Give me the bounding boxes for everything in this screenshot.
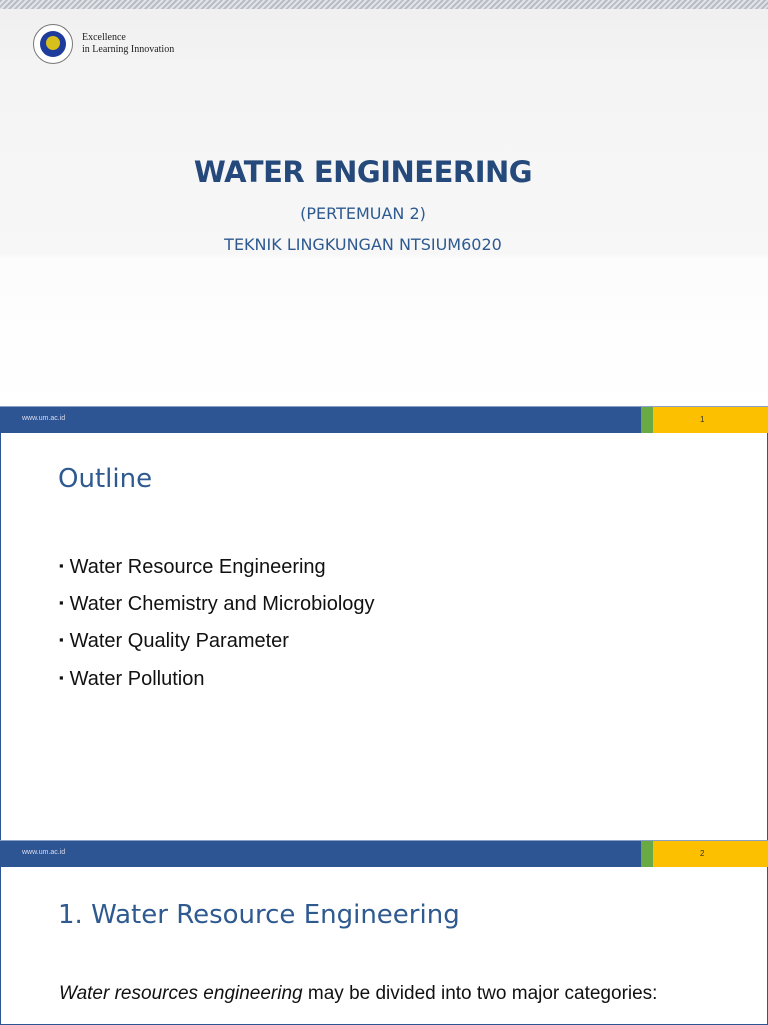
- outline-item: Water Chemistry and Microbiology: [59, 593, 375, 616]
- paragraph-text: may be divided into two major categories…: [302, 983, 658, 1004]
- footer-yellow-block: [653, 407, 768, 433]
- slide-subtitle-meeting: (PERTEMUAN 2): [300, 204, 426, 223]
- slide-title: WATER ENGINEERING: [193, 155, 533, 189]
- slide-footer: www.um.ac.id 2: [0, 840, 768, 867]
- slide-footer: www.um.ac.id 1: [0, 406, 768, 433]
- outline-item: Water Quality Parameter: [59, 630, 289, 653]
- page-number: 2: [700, 849, 705, 858]
- outline-title: Outline: [58, 464, 153, 494]
- tagline: Excellence in Learning Innovation: [82, 32, 174, 56]
- paragraph-emphasis: Water resources engineering: [59, 983, 303, 1004]
- slide-paragraph: Water resources engineering may be divid…: [59, 983, 657, 1005]
- footer-green-block: [641, 841, 653, 867]
- footer-green-block: [641, 407, 653, 433]
- page-number: 1: [700, 415, 705, 424]
- tagline-line2: in Learning Innovation: [82, 44, 175, 55]
- university-logo: [33, 24, 73, 64]
- section-title: 1. Water Resource Engineering: [58, 900, 460, 930]
- footer-url: www.um.ac.id: [22, 415, 66, 422]
- slide-subtitle-course: TEKNIK LINGKUNGAN NTSIUM6020: [224, 235, 502, 254]
- tagline-line1: Excellence: [82, 32, 126, 43]
- footer-yellow-block: [653, 841, 768, 867]
- outline-item: Water Pollution: [59, 668, 205, 691]
- outline-item: Water Resource Engineering: [59, 556, 326, 579]
- footer-url: www.um.ac.id: [22, 849, 66, 856]
- top-stripe: [0, 0, 768, 9]
